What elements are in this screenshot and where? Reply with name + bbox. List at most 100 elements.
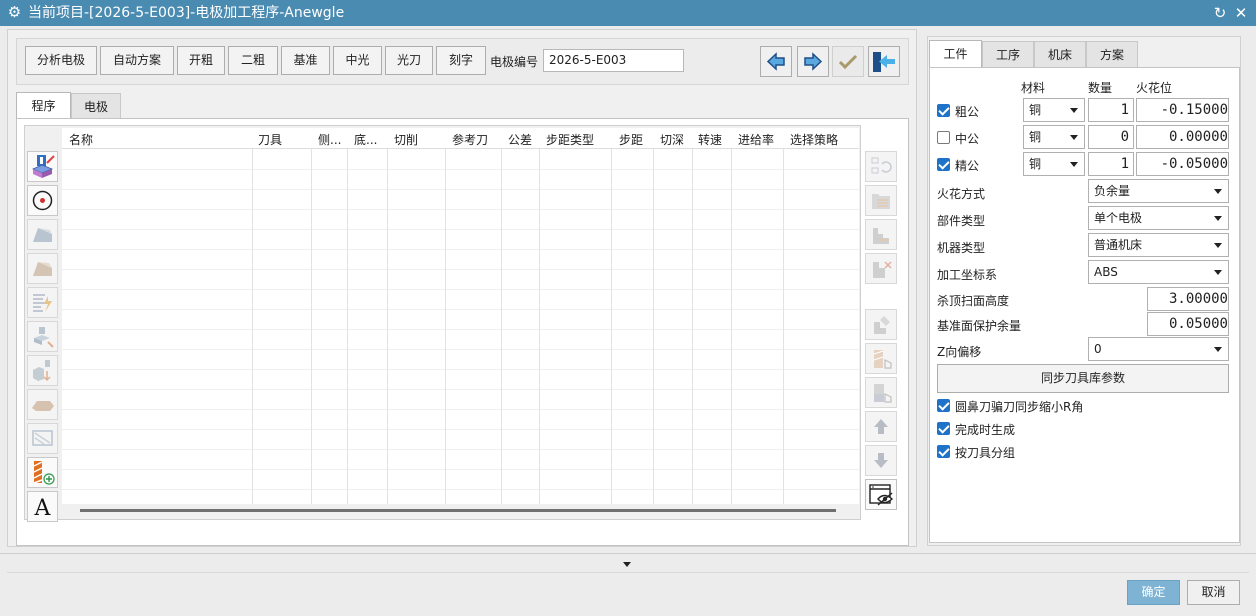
- sync-tool-library-button[interactable]: 同步刀具库参数: [937, 364, 1229, 393]
- second-rough-button[interactable]: 二粗: [228, 46, 278, 75]
- col-header-strategy[interactable]: 选择策略: [790, 131, 838, 148]
- exit-icon[interactable]: [868, 46, 900, 77]
- col-header-ref-tool[interactable]: 参考刀: [452, 131, 488, 148]
- hide-view-icon[interactable]: [865, 479, 897, 510]
- panel-divider: [0, 553, 1256, 554]
- col-header-side[interactable]: 侧...: [318, 131, 341, 148]
- group-by-tool-checkbox[interactable]: [937, 445, 950, 458]
- col-header-cut[interactable]: 切削: [394, 131, 418, 148]
- chevron-down-icon: [1070, 135, 1078, 140]
- finish-electrode-label: 精公: [955, 159, 980, 173]
- transform-icon[interactable]: [27, 321, 58, 352]
- horizontal-scrollbar[interactable]: [80, 509, 836, 512]
- finishing-icon[interactable]: [27, 253, 58, 284]
- part-type-select[interactable]: 单个电极: [1088, 206, 1229, 230]
- col-header-tool[interactable]: 刀具: [258, 131, 282, 148]
- arrow-right-icon[interactable]: [797, 46, 829, 77]
- gear-icon[interactable]: ⚙: [6, 4, 23, 21]
- part-type-label: 部件类型: [937, 214, 986, 228]
- col-header-speed[interactable]: 转速: [698, 131, 722, 148]
- col-header-tolerance[interactable]: 公差: [508, 131, 532, 148]
- stock-icon[interactable]: [27, 389, 58, 420]
- rough-material-select[interactable]: 铜: [1023, 98, 1085, 122]
- tab-program[interactable]: 程序: [16, 92, 71, 119]
- finish-quantity-input[interactable]: 1: [1088, 152, 1134, 176]
- col-header-name[interactable]: 名称: [69, 131, 93, 148]
- col-header-feed[interactable]: 进给率: [738, 131, 774, 148]
- analyze-electrode-button[interactable]: 分析电极: [25, 46, 97, 75]
- target-icon[interactable]: [27, 185, 58, 216]
- arrow-left-icon[interactable]: [760, 46, 792, 77]
- footer-divider: [7, 572, 1249, 573]
- tab-plan[interactable]: 方案: [1086, 41, 1138, 68]
- mid-electrode-checkbox[interactable]: [937, 131, 950, 144]
- tab-operation[interactable]: 工序: [982, 41, 1034, 68]
- add-program-icon[interactable]: [27, 151, 58, 182]
- top-clear-height-input[interactable]: 3.00000: [1147, 287, 1229, 311]
- shrink-r-corner-checkbox[interactable]: [937, 399, 950, 412]
- datum-button[interactable]: 基准: [281, 46, 330, 75]
- check-icon[interactable]: [832, 46, 864, 77]
- refresh-icon[interactable]: ↻: [1211, 3, 1229, 23]
- move-down-icon[interactable]: [865, 445, 897, 476]
- chevron-down-icon: [1214, 189, 1222, 194]
- steps-icon[interactable]: [865, 219, 897, 250]
- quantity-header: 数量: [1088, 81, 1113, 95]
- col-header-bottom[interactable]: 底...: [354, 131, 377, 148]
- ok-button[interactable]: 确定: [1127, 580, 1180, 605]
- mid-quantity-input[interactable]: 0: [1088, 125, 1134, 149]
- wcs-select[interactable]: ABS: [1088, 260, 1229, 284]
- finish-material-select[interactable]: 铜: [1023, 152, 1085, 176]
- pick-hand-icon[interactable]: [865, 377, 897, 408]
- col-header-stepover[interactable]: 步距: [619, 131, 643, 148]
- replace-icon[interactable]: [865, 151, 897, 182]
- datum-icon[interactable]: [27, 355, 58, 386]
- select-hand-icon[interactable]: [865, 343, 897, 374]
- finish-electrode-checkbox[interactable]: [937, 158, 950, 171]
- mid-spark-input[interactable]: 0.00000: [1136, 125, 1229, 149]
- z-offset-label: Z向偏移: [937, 345, 982, 359]
- z-offset-select[interactable]: 0: [1088, 337, 1229, 361]
- wcs-label: 加工坐标系: [937, 268, 998, 282]
- simulate-icon[interactable]: [27, 423, 58, 454]
- window-title: 当前项目-[2026-5-E003]-电极加工程序-Anewgle: [28, 5, 345, 21]
- group-by-tool-label: 按刀具分组: [955, 446, 1016, 460]
- engrave-button[interactable]: 刻字: [436, 46, 486, 75]
- auto-plan-button[interactable]: 自动方案: [100, 46, 174, 75]
- delete-icon[interactable]: [865, 253, 897, 284]
- chevron-down-icon: [1070, 162, 1078, 167]
- program-table[interactable]: [62, 128, 859, 504]
- finish-button[interactable]: 光刀: [385, 46, 433, 75]
- tab-electrode[interactable]: 电极: [71, 93, 121, 120]
- mid-material-select[interactable]: 铜: [1023, 125, 1085, 149]
- text-icon[interactable]: A: [27, 491, 58, 522]
- finish-spark-input[interactable]: -0.05000: [1136, 152, 1229, 176]
- electrode-add-icon[interactable]: [27, 457, 58, 488]
- move-up-icon[interactable]: [865, 411, 897, 442]
- report-icon[interactable]: [27, 287, 58, 318]
- datum-stock-input[interactable]: 0.05000: [1147, 312, 1229, 336]
- spark-mode-select[interactable]: 负余量: [1088, 179, 1229, 203]
- machine-type-select[interactable]: 普通机床: [1088, 233, 1229, 257]
- chevron-down-icon: [1214, 216, 1222, 221]
- rough-quantity-input[interactable]: 1: [1088, 98, 1134, 122]
- rough-electrode-checkbox[interactable]: [937, 104, 950, 117]
- electrode-number-input[interactable]: 2026-5-E003: [543, 49, 684, 72]
- expand-arrow-icon[interactable]: [623, 562, 631, 567]
- close-icon[interactable]: ✕: [1232, 3, 1250, 23]
- tab-machine[interactable]: 机床: [1034, 41, 1086, 68]
- rough-button[interactable]: 开粗: [177, 46, 225, 75]
- shrink-r-corner-label: 圆鼻刀骗刀同步缩小R角: [955, 400, 1084, 414]
- col-header-depth[interactable]: 切深: [660, 131, 684, 148]
- folder-icon[interactable]: [865, 185, 897, 216]
- electrode-number-label: 电极编号: [490, 55, 539, 69]
- cancel-button[interactable]: 取消: [1187, 580, 1240, 605]
- rough-spark-input[interactable]: -0.15000: [1136, 98, 1229, 122]
- col-header-stepover-type[interactable]: 步距类型: [546, 131, 594, 148]
- roughing-icon[interactable]: [27, 219, 58, 250]
- generate-on-finish-checkbox[interactable]: [937, 422, 950, 435]
- copy-icon[interactable]: [865, 309, 897, 340]
- tab-workpiece[interactable]: 工件: [929, 40, 982, 67]
- semi-finish-button[interactable]: 中光: [333, 46, 382, 75]
- svg-text:A: A: [34, 496, 52, 521]
